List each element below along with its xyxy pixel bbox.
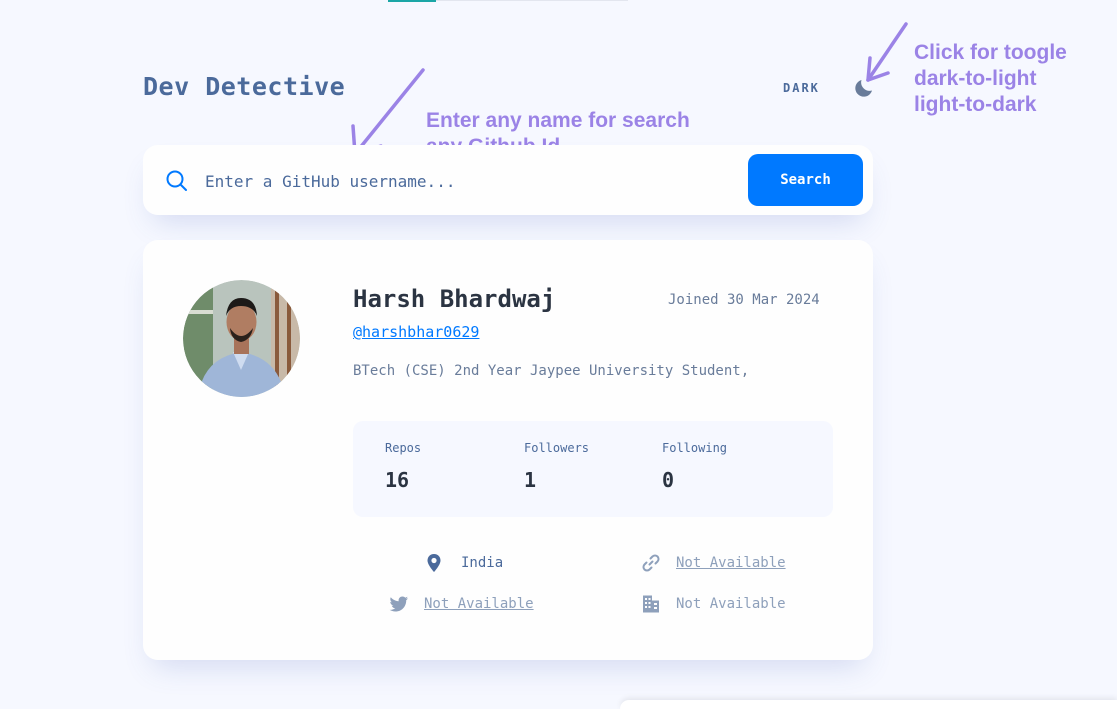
company-text: Not Available: [676, 596, 786, 612]
stat-followers-label: Followers: [524, 441, 590, 455]
search-input[interactable]: [203, 167, 727, 195]
stats-box: Repos 16 Followers 1 Following 0: [353, 421, 833, 517]
top-accent-bar: [388, 0, 436, 2]
profile-card: Harsh Bhardwaj Joined 30 Mar 2024 @harsh…: [143, 240, 873, 660]
stat-followers-value: 1: [524, 468, 537, 492]
user-bio: BTech (CSE) 2nd Year Jaypee University S…: [353, 363, 750, 379]
user-handle-link[interactable]: @harshbhar0629: [353, 323, 479, 341]
search-icon: [166, 170, 187, 191]
stat-repos: Repos 16: [385, 441, 421, 492]
info-twitter: Not Available: [389, 594, 534, 614]
twitter-icon: [389, 596, 408, 612]
info-company: Not Available: [641, 594, 786, 614]
app-title: Dev Detective: [143, 72, 346, 101]
info-website: Not Available: [641, 553, 786, 573]
joined-date: Joined 30 Mar 2024: [668, 292, 820, 308]
avatar: [183, 280, 300, 397]
stat-following: Following 0: [662, 441, 727, 492]
link-icon: [642, 554, 660, 572]
stat-repos-value: 16: [385, 468, 410, 492]
location-text: India: [461, 555, 504, 571]
toggle-hint-arrow: [866, 22, 908, 82]
toggle-hint-line-1: Click for toogle: [914, 41, 1067, 64]
building-icon: [643, 595, 659, 613]
stat-following-value: 0: [662, 468, 675, 492]
user-name: Harsh Bhardwaj: [353, 285, 556, 313]
website-link[interactable]: Not Available: [676, 555, 786, 571]
location-pin-icon: [427, 554, 441, 572]
stat-followers: Followers 1: [524, 441, 589, 492]
theme-toggle-label[interactable]: DARK: [783, 81, 820, 95]
search-bar: Search: [143, 145, 873, 215]
search-button[interactable]: Search: [748, 154, 863, 206]
toggle-hint-line-3: light-to-dark: [914, 93, 1037, 116]
overlay-edge: [620, 700, 1117, 709]
stat-repos-label: Repos: [385, 441, 422, 455]
toggle-hint-line-2: dark-to-light: [914, 67, 1037, 90]
search-hint-line-1: Enter any name for search: [426, 109, 690, 132]
info-location: India: [424, 553, 503, 573]
toggle-hint-annotation: Click for toogle dark-to-light light-to-…: [914, 40, 1114, 118]
stat-following-label: Following: [662, 441, 728, 455]
twitter-link[interactable]: Not Available: [424, 596, 534, 612]
